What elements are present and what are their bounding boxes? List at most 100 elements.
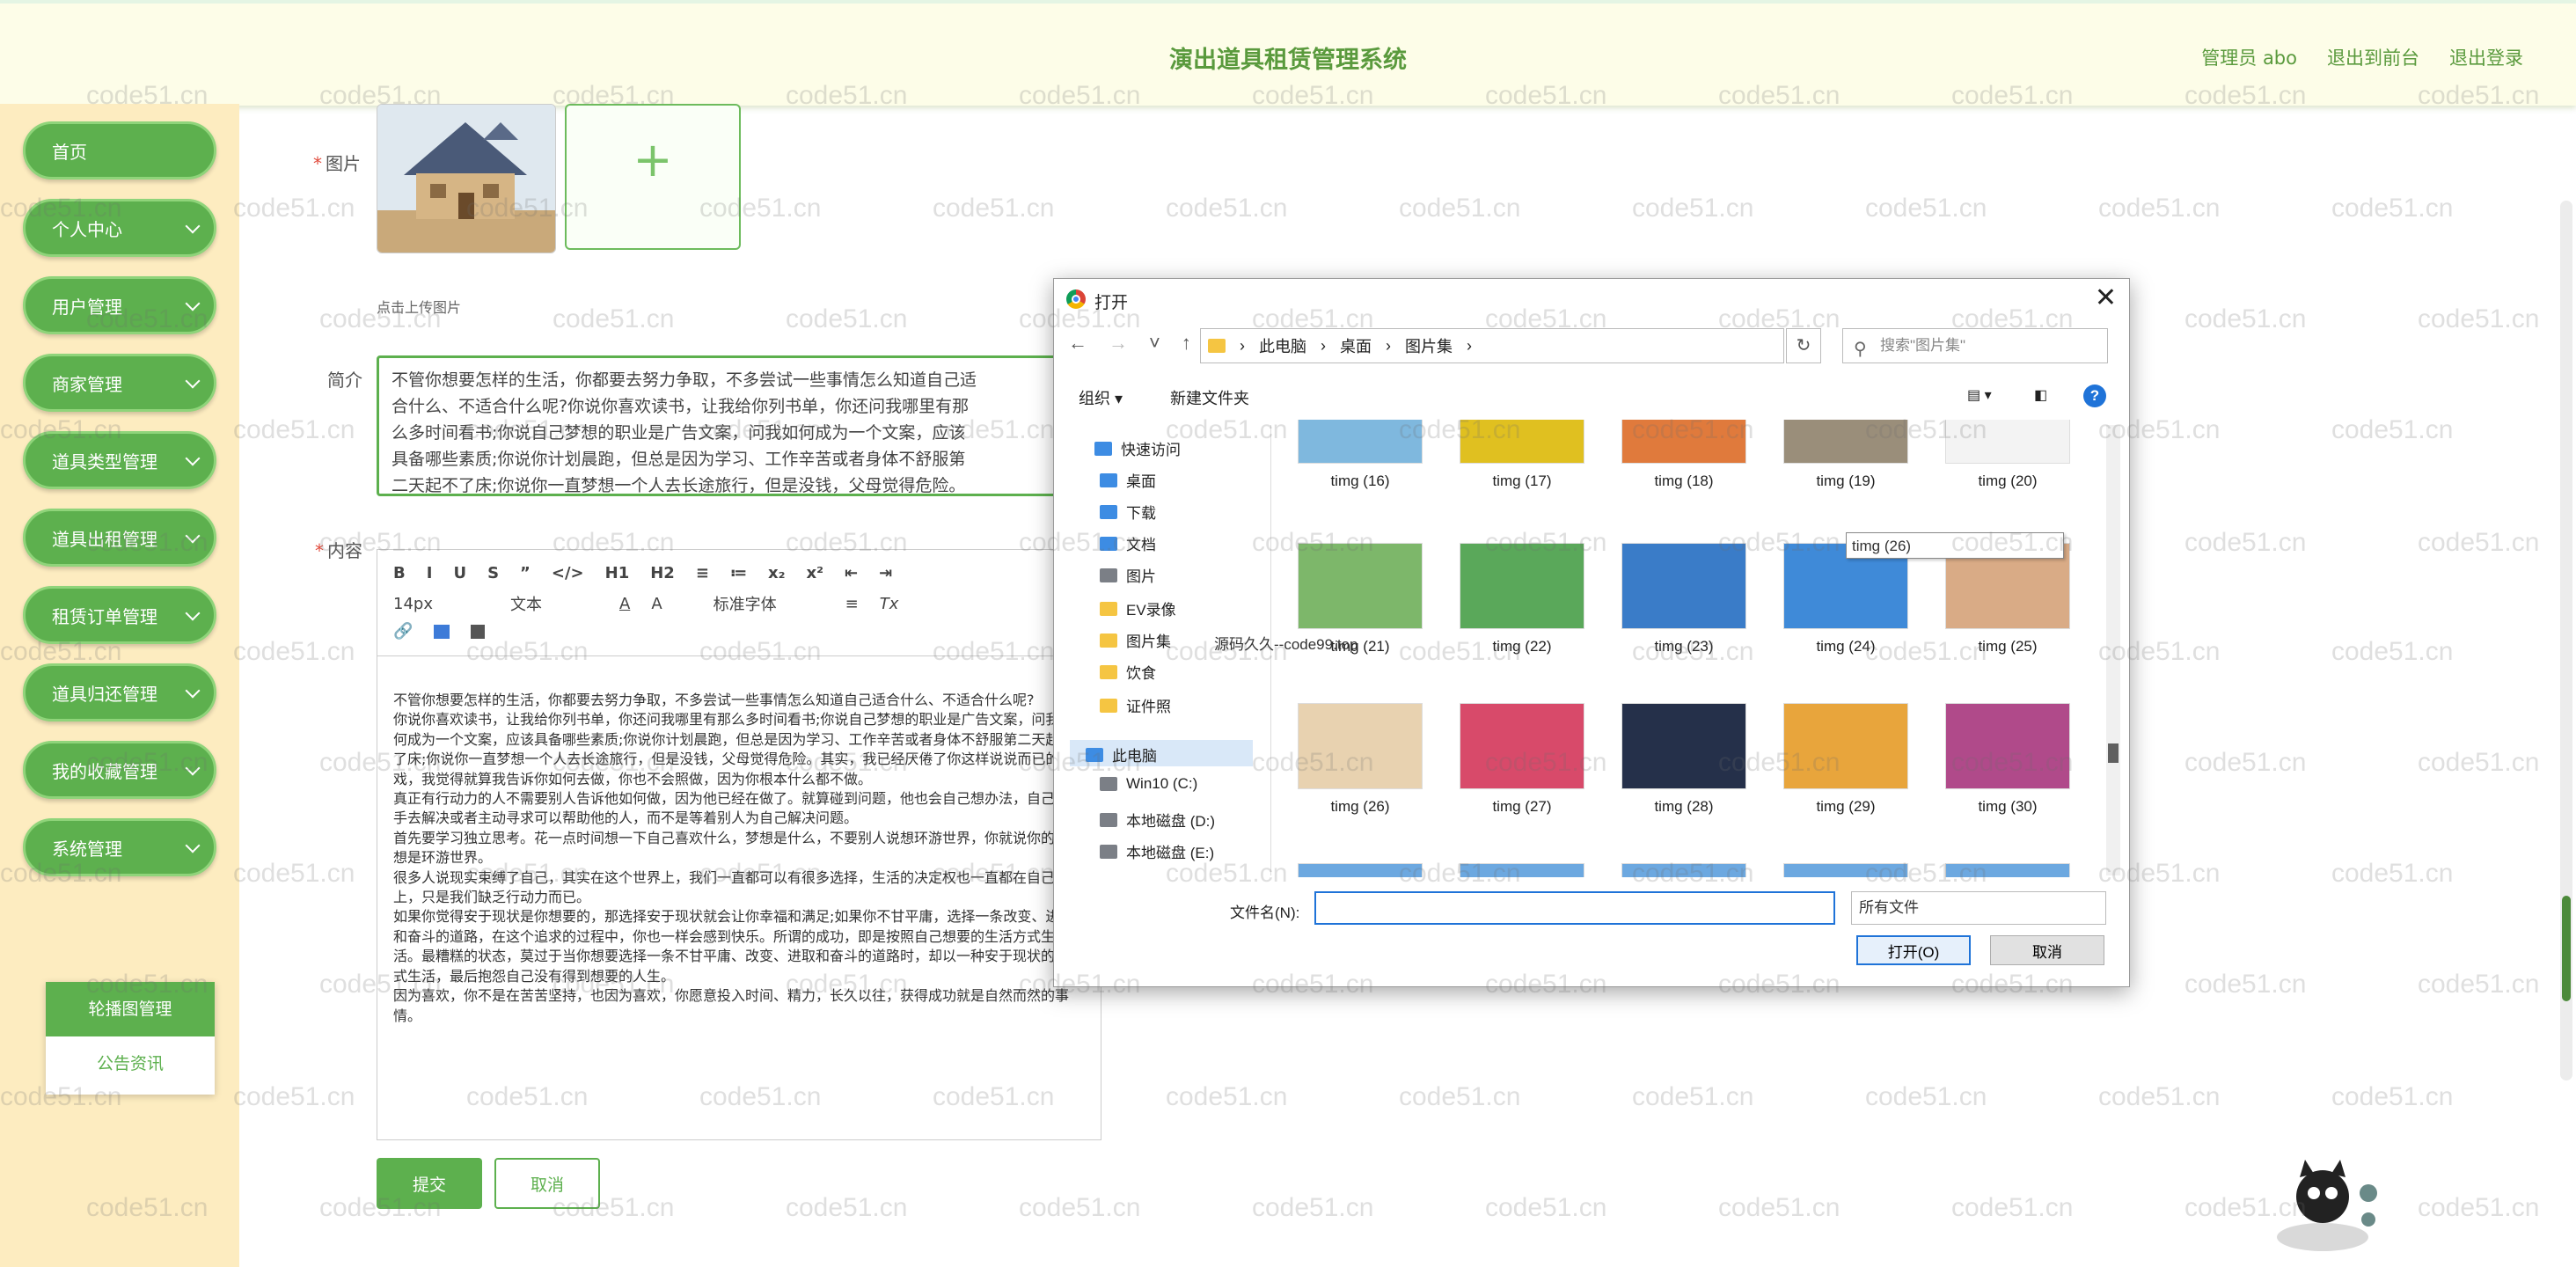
organize-menu[interactable]: 组织 ▾ [1079, 386, 1123, 409]
file-item[interactable]: timg (19) [1777, 420, 1914, 490]
nav-pane-item[interactable]: 文档 [1100, 532, 1156, 554]
file-item[interactable]: timg (27) [1453, 703, 1591, 816]
logout-link[interactable]: 退出登录 [2449, 44, 2523, 70]
nav-pane-item[interactable]: 饮食 [1100, 661, 1156, 683]
page-scrollbar[interactable] [2560, 201, 2572, 1080]
sidebar-item[interactable]: 商家管理 [23, 354, 216, 412]
submenu-item-announcements[interactable]: 公告资讯 [46, 1036, 215, 1091]
toolbar-button[interactable]: H2 [650, 564, 675, 582]
dialog-cancel-button[interactable]: 取消 [1990, 935, 2104, 965]
toolbar-button[interactable]: x² [807, 564, 824, 582]
font-size-select[interactable]: 14px [393, 595, 433, 613]
nav-pane-item[interactable]: 此电脑 [1086, 743, 1157, 765]
toolbar-button[interactable]: S [487, 564, 499, 582]
text-color-icon[interactable]: A [619, 595, 630, 613]
nav-pane-item[interactable]: 本地磁盘 (D:) [1100, 809, 1215, 831]
file-item[interactable] [1777, 863, 1914, 877]
file-item[interactable] [1453, 863, 1591, 877]
summary-textarea[interactable]: 不管你想要怎样的生活，你都要去努力争取，不多尝试一些事情怎么知道自己适 合什么、… [377, 355, 1063, 496]
file-item[interactable]: timg (20) [1939, 420, 2075, 490]
sidebar-item[interactable]: 首页 [23, 121, 216, 179]
help-icon[interactable]: ? [2083, 384, 2106, 407]
dialog-scrollbar-thumb[interactable] [2108, 743, 2119, 763]
nav-pane-item[interactable]: 图片 [1100, 564, 1156, 586]
background-color-icon[interactable]: A [651, 595, 662, 613]
nav-pane-item[interactable]: 本地磁盘 (E:) [1100, 840, 1214, 862]
toolbar-button[interactable]: ” [520, 564, 531, 582]
breadcrumb-item[interactable]: 图片集 [1405, 334, 1453, 357]
toolbar-button[interactable]: </> [552, 564, 584, 582]
nav-pane-item[interactable]: 下载 [1100, 501, 1156, 523]
file-item[interactable]: timg (25) [1939, 543, 2075, 655]
sidebar-item[interactable]: 用户管理 [23, 276, 216, 334]
file-item[interactable]: timg (22) [1453, 543, 1591, 655]
file-item[interactable]: timg (23) [1615, 543, 1753, 655]
clear-format-icon[interactable]: Tx [880, 595, 899, 613]
nav-pane-item[interactable]: 桌面 [1100, 469, 1156, 491]
sidebar-item[interactable]: 道具类型管理 [23, 431, 216, 489]
sidebar-item[interactable]: 系统管理 [23, 818, 216, 876]
toolbar-button[interactable]: ≔ [730, 564, 747, 582]
recent-dropdown-icon[interactable]: ˅ [1149, 332, 1160, 355]
font-family-select[interactable]: 标准字体 [714, 592, 777, 615]
upload-image-button[interactable]: + [565, 104, 741, 250]
nav-pane-item[interactable]: 图片集 [1100, 629, 1171, 651]
address-bar[interactable]: › 此电脑 › 桌面 › 图片集 › [1200, 328, 1784, 363]
toolbar-button[interactable]: ≡ [696, 564, 709, 582]
open-button[interactable]: 打开(O) [1856, 935, 1971, 965]
file-item[interactable]: timg (30) [1939, 703, 2075, 816]
toolbar-button[interactable]: x₂ [768, 564, 786, 582]
cancel-button[interactable]: 取消 [494, 1158, 600, 1209]
up-arrow-icon[interactable]: ↑ [1182, 332, 1191, 355]
dialog-scrollbar[interactable] [2106, 425, 2120, 875]
back-arrow-icon[interactable]: ← [1068, 332, 1087, 355]
file-type-filter[interactable]: 所有文件 [1851, 891, 2106, 925]
file-item[interactable]: timg (24) [1777, 543, 1914, 655]
sidebar-item[interactable]: 租赁订单管理 [23, 586, 216, 644]
breadcrumb-item[interactable]: 此电脑 [1259, 334, 1306, 357]
file-item[interactable] [1615, 863, 1753, 877]
toolbar-button[interactable]: ⇥ [879, 564, 892, 582]
nav-pane-item[interactable]: 证件照 [1100, 694, 1171, 716]
nav-pane-item[interactable]: Win10 (C:) [1100, 775, 1197, 793]
new-folder-button[interactable]: 新建文件夹 [1170, 386, 1249, 409]
breadcrumb-item[interactable]: 桌面 [1340, 334, 1372, 357]
editor-content[interactable]: 不管你想要怎样的生活，你都要去努力争取，不多尝试一些事情怎么知道自己适合什么、不… [393, 691, 1079, 1026]
file-item[interactable]: timg (17) [1453, 420, 1591, 490]
file-item[interactable]: timg (29) [1777, 703, 1914, 816]
file-item[interactable]: timg (28) [1615, 703, 1753, 816]
file-item[interactable] [1939, 863, 2075, 877]
link-icon[interactable]: 🔗 [393, 622, 413, 641]
nav-pane-item[interactable]: 快速访问 [1094, 437, 1181, 459]
file-item[interactable]: timg (26) [1292, 703, 1429, 816]
file-item[interactable] [1292, 863, 1429, 877]
toolbar-button[interactable]: H1 [605, 564, 630, 582]
submenu-item-carousel[interactable]: 轮播图管理 [46, 982, 215, 1036]
toolbar-button[interactable]: ⇤ [845, 564, 858, 582]
search-input[interactable]: ⚲ 搜索"图片集" [1842, 328, 2108, 363]
toolbar-button[interactable]: U [453, 564, 466, 582]
toolbar-button[interactable]: B [393, 564, 406, 582]
nav-pane-item[interactable]: EV录像 [1100, 597, 1176, 619]
sidebar-item[interactable]: 我的收藏管理 [23, 741, 216, 799]
toolbar-button[interactable]: I [427, 564, 433, 582]
back-to-front-link[interactable]: 退出到前台 [2327, 44, 2419, 70]
sidebar-item[interactable]: 道具出租管理 [23, 509, 216, 567]
uploaded-image-thumbnail[interactable] [377, 104, 556, 253]
paragraph-select[interactable]: 文本 [510, 592, 542, 615]
video-icon[interactable] [471, 624, 486, 639]
submit-button[interactable]: 提交 [377, 1158, 482, 1209]
view-options-icon[interactable]: ▤ ▾ [1967, 386, 1992, 404]
forward-arrow-icon[interactable]: → [1109, 332, 1128, 355]
file-item[interactable]: timg (18) [1615, 420, 1753, 490]
image-icon[interactable] [434, 624, 450, 639]
close-icon[interactable]: ✕ [2095, 282, 2117, 313]
file-item[interactable]: timg (16) [1292, 420, 1429, 490]
refresh-icon[interactable]: ↻ [1786, 328, 1821, 363]
sidebar-item[interactable]: 道具归还管理 [23, 663, 216, 721]
preview-pane-icon[interactable]: ◧ [2034, 386, 2047, 404]
filename-input[interactable] [1314, 891, 1835, 925]
page-scrollbar-thumb[interactable] [2562, 896, 2571, 1001]
sidebar-item[interactable]: 个人中心 [23, 199, 216, 257]
align-icon[interactable]: ≡ [845, 595, 859, 613]
